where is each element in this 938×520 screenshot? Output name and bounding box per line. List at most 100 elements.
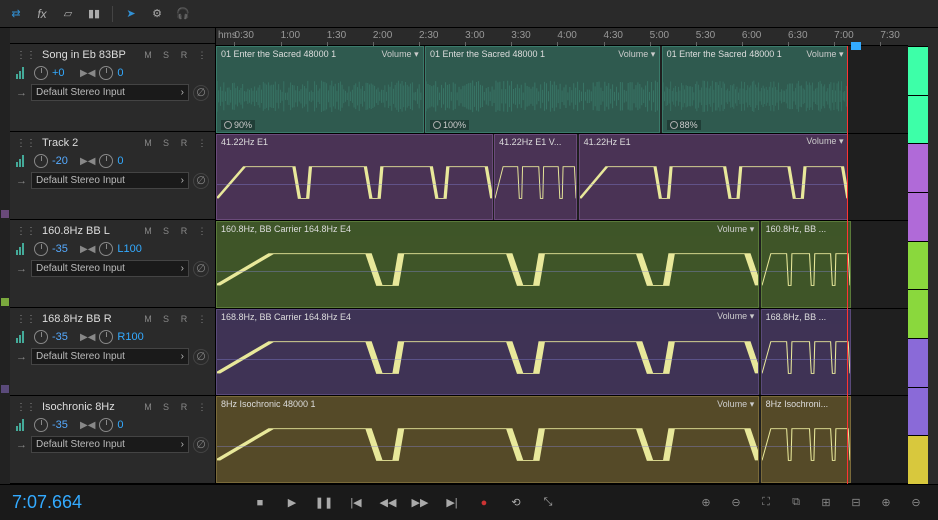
zoom-selection-icon[interactable]: ⧉ <box>786 494 806 512</box>
mute-button[interactable]: M <box>141 312 155 326</box>
clip-volume-dropdown[interactable]: Volume ▾ <box>717 399 754 410</box>
zoom-in-time-icon[interactable]: ⊞ <box>816 494 836 512</box>
skip-start-button[interactable]: |◀ <box>347 494 365 512</box>
record-arm-button[interactable]: R <box>177 312 191 326</box>
volume-value[interactable]: -35 <box>52 331 76 343</box>
audio-clip[interactable]: 160.8Hz, BB Carrier 164.8Hz E4 Volume ▾ <box>216 221 759 308</box>
solo-button[interactable]: S <box>159 48 173 62</box>
stop-button[interactable]: ■ <box>251 494 269 512</box>
headphones-icon[interactable]: 🎧 <box>175 6 191 22</box>
volume-knob[interactable] <box>34 242 48 256</box>
input-selector[interactable]: Default Stereo Input› <box>31 172 189 189</box>
track-lane[interactable]: 8Hz Isochronic 48000 1 Volume ▾ 8Hz Isoc… <box>216 396 908 484</box>
timecode-display[interactable]: 7:07.664 <box>12 492 112 513</box>
clip-gain-badge[interactable]: 88% <box>667 120 701 130</box>
pan-value[interactable]: 0 <box>117 67 123 79</box>
track-menu-icon[interactable]: ⋮ <box>195 224 209 238</box>
grip-icon[interactable]: ⋮⋮ <box>16 226 36 237</box>
phase-icon[interactable]: ∅ <box>193 349 209 365</box>
vertical-scrollbar[interactable] <box>928 28 938 484</box>
phase-icon[interactable]: ∅ <box>193 261 209 277</box>
pan-knob[interactable] <box>99 242 113 256</box>
audio-clip[interactable]: 41.22Hz E1 <box>216 134 493 221</box>
input-selector[interactable]: Default Stereo Input› <box>31 348 189 365</box>
zoom-out-ampl-icon[interactable]: ⊖ <box>906 494 926 512</box>
track-name[interactable]: Track 2 <box>42 137 135 149</box>
clip-gain-badge[interactable]: 100% <box>430 120 469 130</box>
clip-volume-dropdown[interactable]: Volume ▾ <box>382 49 419 60</box>
track-menu-icon[interactable]: ⋮ <box>195 312 209 326</box>
volume-value[interactable]: -35 <box>52 243 76 255</box>
clip-volume-dropdown[interactable]: Volume ▾ <box>717 311 754 322</box>
zoom-out-icon[interactable]: ⊖ <box>726 494 746 512</box>
clip-volume-dropdown[interactable]: Volume ▾ <box>806 49 843 60</box>
track-menu-icon[interactable]: ⋮ <box>195 48 209 62</box>
audio-clip[interactable]: 01 Enter the Sacred 48000 1 Volume ▾ 88% <box>662 46 849 133</box>
grip-icon[interactable]: ⋮⋮ <box>16 138 36 149</box>
record-button[interactable]: ● <box>475 494 493 512</box>
rewind-button[interactable]: ◀◀ <box>379 494 397 512</box>
pause-button[interactable]: ❚❚ <box>315 494 333 512</box>
loop-button[interactable]: ⟲ <box>507 494 525 512</box>
audio-clip[interactable]: 41.22Hz E1 Volume ▾ <box>579 134 849 221</box>
input-selector[interactable]: Default Stereo Input› <box>31 436 189 453</box>
track-header[interactable]: ⋮⋮ Track 2 M S R ⋮ -20 ▶◀ 0 → Default St… <box>10 132 215 220</box>
pan-value[interactable]: R100 <box>117 331 143 343</box>
clip-volume-dropdown[interactable]: Volume ▾ <box>717 224 754 235</box>
zoom-in-icon[interactable]: ⊕ <box>696 494 716 512</box>
phase-icon[interactable]: ∅ <box>193 85 209 101</box>
track-lane[interactable]: 01 Enter the Sacred 48000 1 Volume ▾ 90%… <box>216 46 908 134</box>
mute-button[interactable]: M <box>141 48 155 62</box>
solo-button[interactable]: S <box>159 136 173 150</box>
swap-icon[interactable]: ⇄ <box>8 6 24 22</box>
volume-knob[interactable] <box>34 154 48 168</box>
pan-knob[interactable] <box>99 66 113 80</box>
grip-icon[interactable]: ⋮⋮ <box>16 50 36 61</box>
audio-clip[interactable]: 160.8Hz, BB ... <box>761 221 851 308</box>
record-arm-button[interactable]: R <box>177 224 191 238</box>
skip-end-button[interactable]: ▶| <box>443 494 461 512</box>
volume-knob[interactable] <box>34 330 48 344</box>
track-menu-icon[interactable]: ⋮ <box>195 136 209 150</box>
input-selector[interactable]: Default Stereo Input› <box>31 84 189 101</box>
pan-value[interactable]: 0 <box>117 419 123 431</box>
forward-button[interactable]: ▶▶ <box>411 494 429 512</box>
track-name[interactable]: 160.8Hz BB L <box>42 225 135 237</box>
solo-button[interactable]: S <box>159 400 173 414</box>
audio-clip[interactable]: 168.8Hz, BB Carrier 164.8Hz E4 Volume ▾ <box>216 309 759 396</box>
play-button[interactable]: ▶ <box>283 494 301 512</box>
solo-button[interactable]: S <box>159 224 173 238</box>
clip-volume-dropdown[interactable]: Volume ▾ <box>806 136 843 147</box>
audio-clip[interactable]: 41.22Hz E1 V... <box>494 134 577 221</box>
skip-selection-button[interactable]: ⤡ <box>539 494 557 512</box>
phase-icon[interactable]: ∅ <box>193 437 209 453</box>
track-menu-icon[interactable]: ⋮ <box>195 400 209 414</box>
track-name[interactable]: Isochronic 8Hz <box>42 401 135 413</box>
track-name[interactable]: Song in Eb 83BP <box>42 49 135 61</box>
volume-value[interactable]: -35 <box>52 419 76 431</box>
solo-button[interactable]: S <box>159 312 173 326</box>
mute-button[interactable]: M <box>141 224 155 238</box>
zoom-out-time-icon[interactable]: ⊟ <box>846 494 866 512</box>
track-name[interactable]: 168.8Hz BB R <box>42 313 135 325</box>
timeline-area[interactable]: hms 0:301:001:302:002:303:003:304:004:30… <box>216 28 908 484</box>
track-lane[interactable]: 160.8Hz, BB Carrier 164.8Hz E4 Volume ▾ … <box>216 221 908 309</box>
record-arm-button[interactable]: R <box>177 48 191 62</box>
playhead[interactable] <box>847 46 848 484</box>
pan-knob[interactable] <box>99 330 113 344</box>
track-lane[interactable]: 168.8Hz, BB Carrier 164.8Hz E4 Volume ▾ … <box>216 309 908 397</box>
volume-value[interactable]: +0 <box>52 67 76 79</box>
track-header[interactable]: ⋮⋮ Song in Eb 83BP M S R ⋮ +0 ▶◀ 0 → Def… <box>10 44 215 132</box>
pan-knob[interactable] <box>99 154 113 168</box>
audio-clip[interactable]: 8Hz Isochronic 48000 1 Volume ▾ <box>216 396 759 483</box>
volume-knob[interactable] <box>34 418 48 432</box>
clip-volume-dropdown[interactable]: Volume ▾ <box>618 49 655 60</box>
clip-gain-badge[interactable]: 90% <box>221 120 255 130</box>
track-lane[interactable]: 41.22Hz E1 41.22Hz E1 V... 41.22Hz E1 Vo… <box>216 134 908 222</box>
record-arm-button[interactable]: R <box>177 136 191 150</box>
pan-value[interactable]: 0 <box>117 155 123 167</box>
send-icon[interactable]: ➤ <box>123 6 139 22</box>
mute-button[interactable]: M <box>141 136 155 150</box>
cti-marker[interactable] <box>851 42 861 50</box>
phase-icon[interactable]: ∅ <box>193 173 209 189</box>
